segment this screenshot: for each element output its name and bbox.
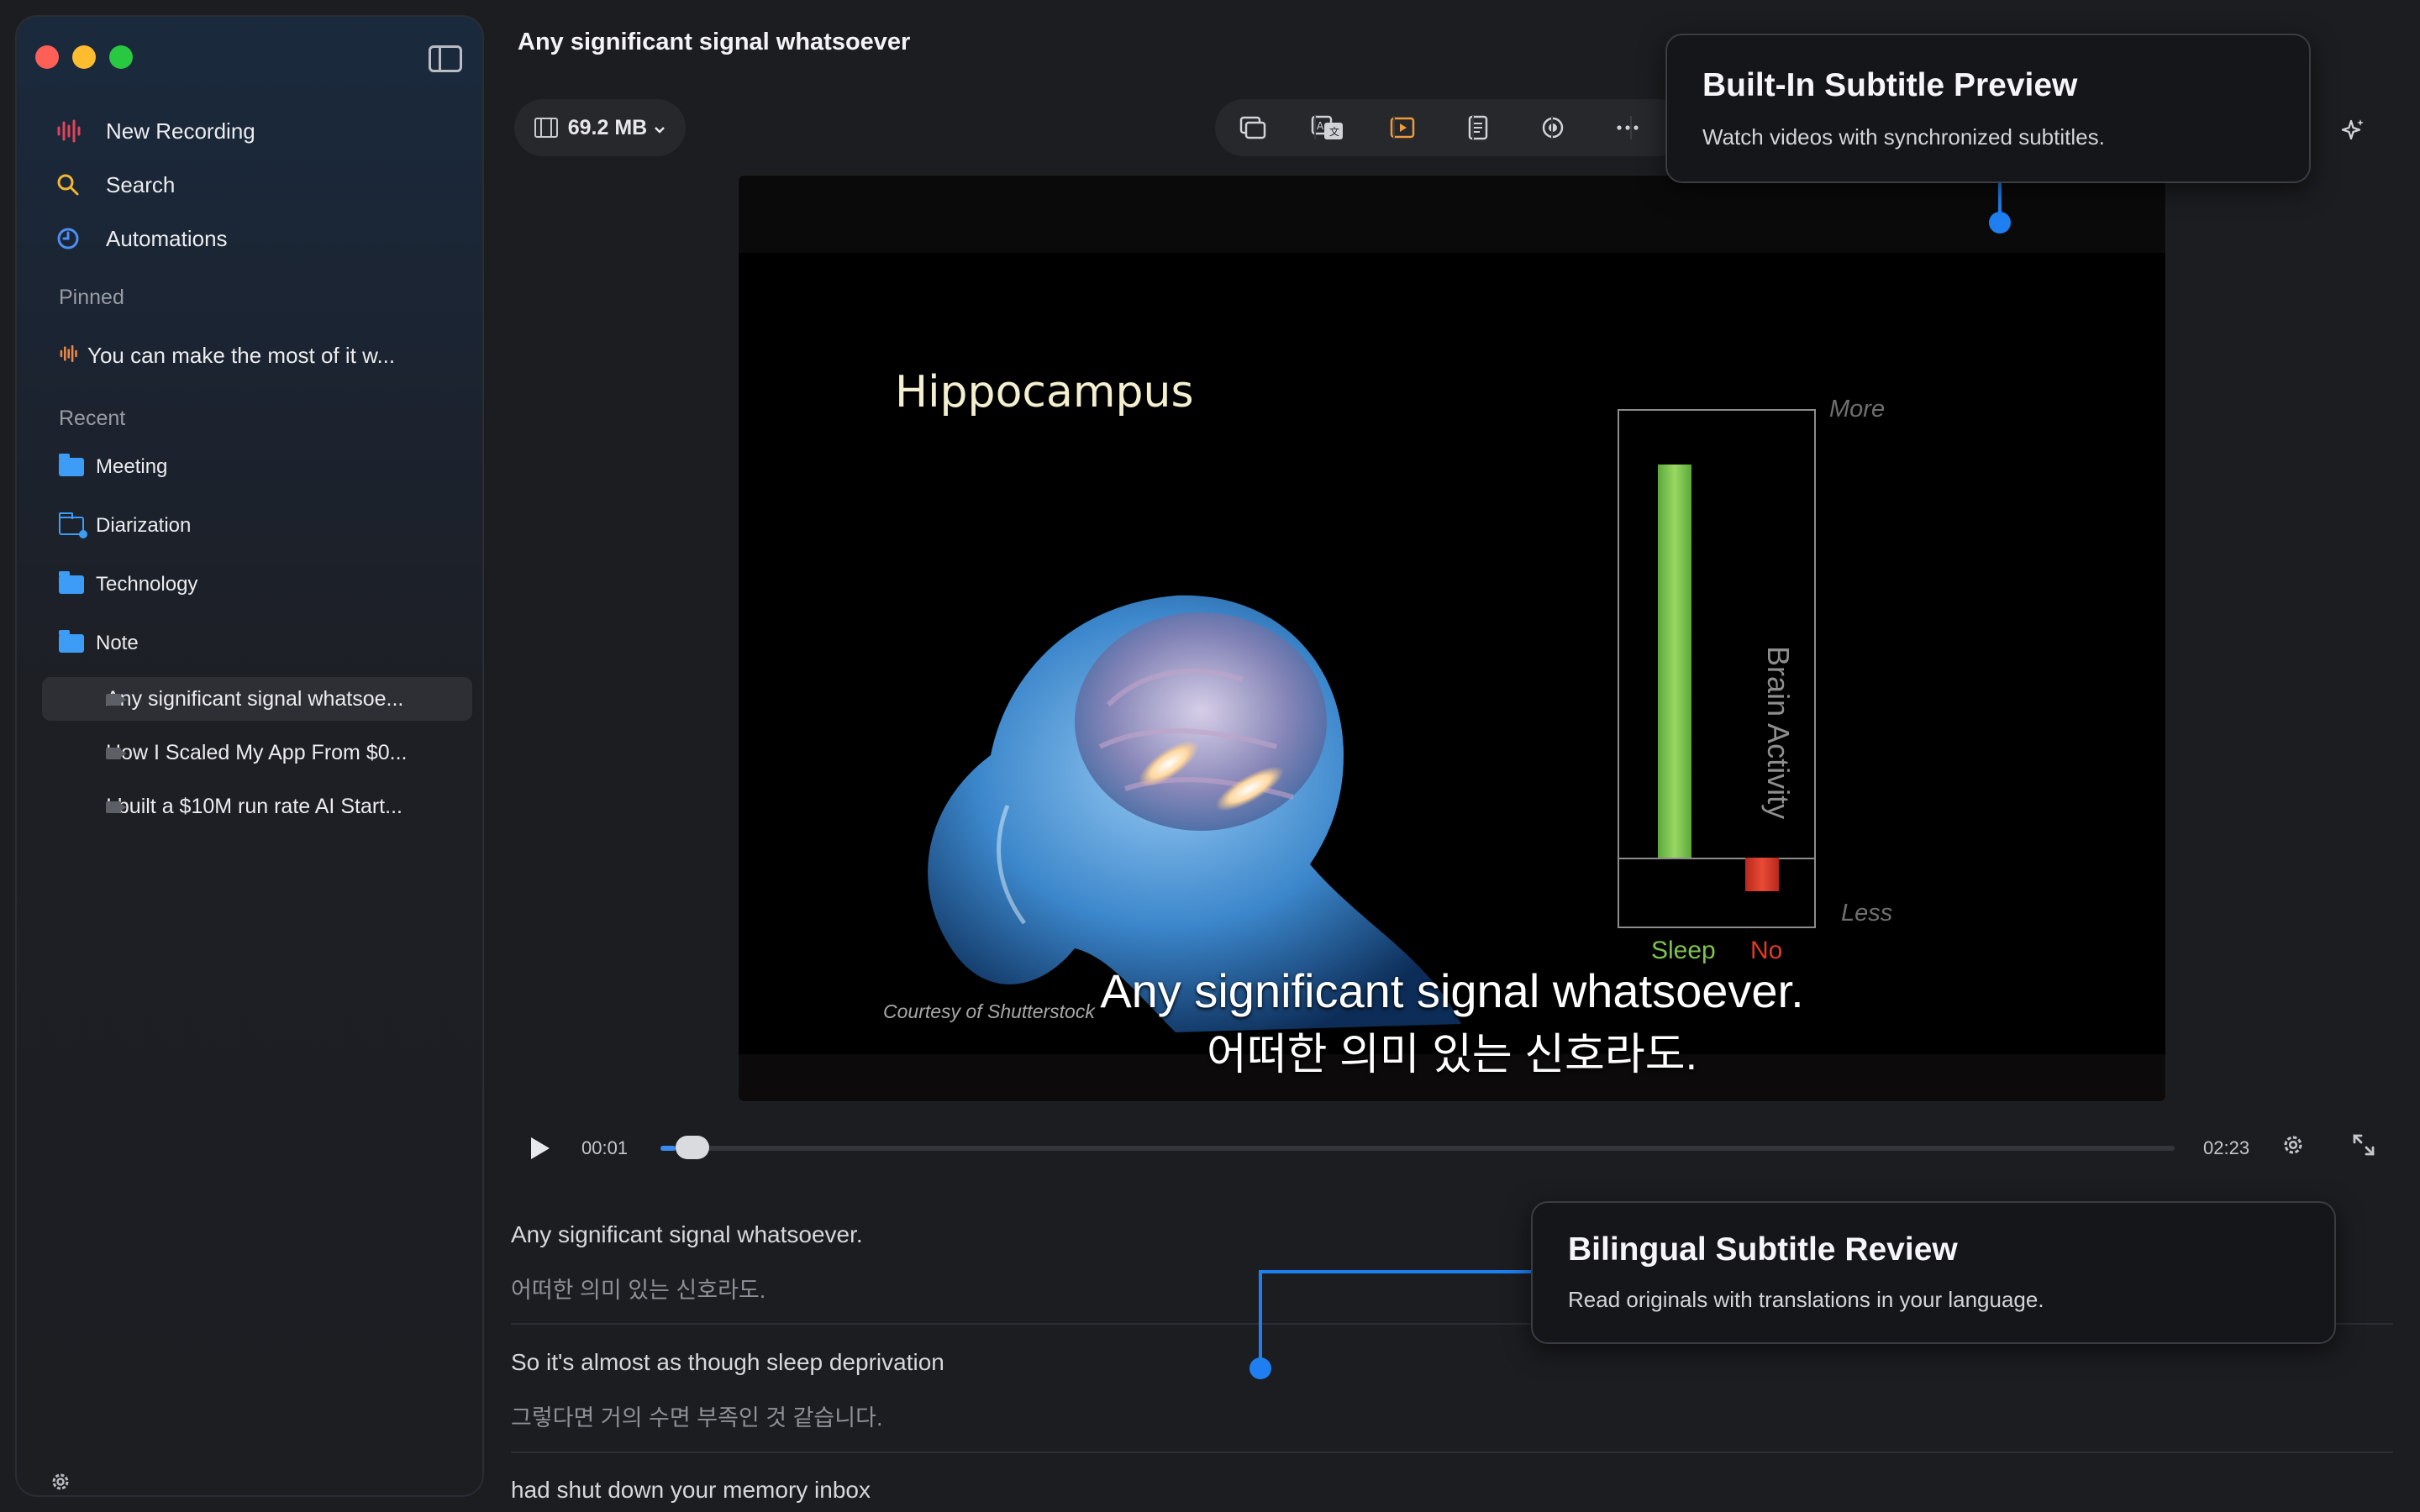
waveform-icon [59, 343, 77, 369]
more-icon[interactable] [1611, 108, 1645, 147]
callout-connector [1259, 1270, 1262, 1368]
chart-category-label: Sleep [1651, 937, 1716, 964]
folder-meeting[interactable]: Meeting [59, 447, 167, 487]
video-item-label: Any significant signal whatsoe... [106, 686, 404, 711]
bar-no [1745, 858, 1779, 891]
settings-gear-icon[interactable] [49, 1470, 72, 1498]
nav-new-recording[interactable]: New Recording [54, 111, 255, 151]
clock-icon [54, 224, 82, 253]
subtitle-original: Any significant signal whatsoever. [1100, 964, 1804, 1017]
sidebar-toggle-icon[interactable] [429, 45, 462, 72]
folder-icon [59, 454, 84, 476]
search-icon [54, 171, 82, 199]
seek-bar-progress [660, 1146, 676, 1151]
transcript-divider [511, 1452, 2393, 1453]
callout-anchor-dot [1989, 212, 2011, 234]
video-camera-icon [106, 694, 127, 706]
toolbar-divider [1551, 116, 1553, 139]
chart-category-label: No [1750, 937, 1783, 964]
play-button[interactable] [531, 1137, 550, 1159]
svg-text:A: A [1317, 120, 1324, 132]
folder-label: Meeting [96, 455, 168, 478]
folder-icon [59, 571, 84, 594]
pinned-item-label: You can make the most of it w... [87, 343, 396, 368]
document-icon[interactable] [1460, 108, 1495, 147]
callout-title: Built-In Subtitle Preview [1702, 67, 2078, 103]
brain-head-illustration [928, 595, 1461, 1032]
play-preview-icon[interactable] [1386, 108, 1420, 147]
toolbar-divider [1630, 116, 1632, 139]
callout-title: Bilingual Subtitle Review [1568, 1231, 1958, 1268]
recent-section-label: Recent [59, 407, 126, 430]
pinned-section-label: Pinned [59, 286, 124, 309]
page-title: Any significant signal whatsoever [518, 29, 911, 55]
folder-diarization[interactable]: Diarization [59, 506, 191, 546]
player-settings-gear-icon[interactable] [2281, 1132, 2306, 1162]
slide-title: Hippocampus [895, 367, 1194, 417]
zoom-window-button[interactable] [109, 45, 133, 69]
transcript-translation[interactable]: 그렇다면 거의 수면 부족인 것 같습니다. [511, 1399, 882, 1432]
chart-axis-label: Brain Activity [1761, 646, 1796, 820]
video-item-label: I built a $10M run rate AI Start... [106, 794, 402, 818]
total-time: 02:23 [2203, 1137, 2250, 1158]
folder-icon [59, 630, 84, 653]
video-item-label: How I Scaled My App From $0... [106, 740, 408, 764]
video-player-frame[interactable]: Hippocampus Courtesy of Shutterstock Mor… [738, 175, 2166, 1102]
fullscreen-expand-icon[interactable] [2351, 1132, 2376, 1162]
nav-label: Search [106, 171, 176, 197]
subtitle-preview-callout: Built-In Subtitle Preview Watch videos w… [1665, 34, 2311, 183]
transcript-original[interactable]: had shut down your memory inbox [511, 1477, 871, 1504]
toolbar-divider [1393, 116, 1395, 139]
callout-description: Read originals with translations in your… [1568, 1287, 2044, 1312]
seek-bar-handle[interactable] [676, 1136, 710, 1159]
subtitle-translation: 어떠한 의미 있는 신호라도. [1206, 1031, 1698, 1079]
shared-folder-icon [59, 512, 87, 538]
recent-video-item[interactable]: Any significant signal whatsoe... [42, 677, 472, 721]
transcript-translation[interactable]: 어떠한 의미 있는 신호라도. [511, 1272, 765, 1305]
bilingual-review-callout: Bilingual Subtitle Review Read originals… [1531, 1201, 2336, 1344]
callout-anchor-dot [1249, 1357, 1271, 1379]
folder-label: Technology [96, 573, 198, 596]
folder-label: Diarization [96, 514, 192, 537]
film-icon [534, 118, 558, 138]
multi-window-icon[interactable] [1235, 108, 1270, 147]
toolbar-divider [1472, 116, 1474, 139]
sparkle-icon [2341, 119, 2364, 140]
chart-baseline [1619, 858, 1814, 859]
nav-automations[interactable]: Automations [54, 218, 228, 259]
folder-technology[interactable]: Technology [59, 564, 197, 605]
seek-bar[interactable] [660, 1146, 2175, 1151]
chevron-down-icon [654, 116, 666, 140]
toolbar-divider [1314, 116, 1316, 139]
transcript-original[interactable]: So it's almost as though sleep deprivati… [511, 1349, 944, 1376]
nav-search[interactable]: Search [54, 165, 175, 205]
pinned-item[interactable]: You can make the most of it w... [59, 343, 395, 369]
close-window-button[interactable] [35, 45, 59, 69]
folder-label: Note [96, 632, 139, 654]
callout-connector [1260, 1270, 1533, 1273]
nav-label: New Recording [106, 118, 255, 144]
ai-sparkle-button[interactable] [2326, 104, 2380, 158]
transcript-original[interactable]: Any significant signal whatsoever. [511, 1221, 863, 1248]
video-camera-icon [106, 748, 127, 759]
recent-video-item[interactable]: How I Scaled My App From $0... [42, 731, 472, 774]
callout-description: Watch videos with synchronized subtitles… [1702, 124, 2105, 150]
recent-video-item[interactable]: I built a $10M run rate AI Start... [42, 785, 472, 828]
current-time: 00:01 [581, 1137, 629, 1158]
file-size-label: 69.2 MB [567, 115, 648, 139]
sidebar: New Recording Search Automations Pinned … [15, 15, 484, 1497]
minimize-window-button[interactable] [72, 45, 96, 69]
video-camera-icon [106, 801, 127, 813]
video-letterbox-top [739, 176, 2165, 253]
svg-text:文: 文 [1329, 125, 1339, 138]
chart-bottom-label: Less [1841, 900, 1893, 927]
file-size-dropdown[interactable]: 69.2 MB [514, 99, 686, 156]
nav-label: Automations [106, 225, 228, 251]
folder-note[interactable]: Note [59, 623, 139, 664]
view-toolbar: A文 [1215, 99, 1686, 156]
bar-sleep [1658, 465, 1691, 858]
chart-top-label: More [1829, 396, 1886, 423]
waveform-icon [54, 117, 82, 145]
